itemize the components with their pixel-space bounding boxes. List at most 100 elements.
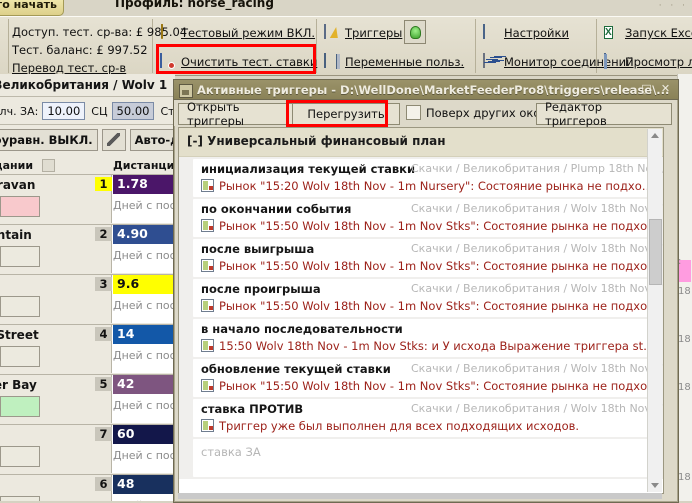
settings-button[interactable]: Настройки: [483, 20, 569, 46]
runner-color-swatch[interactable]: [0, 396, 40, 417]
trigger-status-icon: [201, 419, 214, 432]
runner-name: Caravan: [0, 178, 36, 192]
runner-price[interactable]: 1.78: [113, 175, 175, 194]
always-on-top-checkbox-row[interactable]: Поверх других окон: [406, 105, 548, 120]
maximize-button[interactable]: □: [639, 82, 654, 96]
runner-row[interactable]: _39.6Дней с пос: [0, 275, 175, 325]
trigger-item[interactable]: обновление текущей ставки Скачки / Велико…: [193, 359, 663, 397]
user-variables-icon: [324, 53, 340, 70]
launch-excel-button[interactable]: X Запуск Excel: [604, 20, 692, 46]
trigger-item[interactable]: в начало последовательности 15:50 Wolv 18…: [193, 319, 655, 357]
clear-test-bets-highlight: [156, 44, 316, 74]
trigger-item-description: 15:50 Wolv 18th Nov - 1m Nov Stks: и У и…: [219, 339, 655, 353]
trigger-item[interactable]: ставка ПРОТИВ Скачки / Великобритания / W…: [193, 399, 663, 437]
runner-row[interactable]: Caravan 11.78 Дней с пос: [0, 175, 175, 225]
triggers-scrollbar[interactable]: [647, 129, 662, 492]
runner-color-swatch[interactable]: [0, 246, 40, 267]
runner-number: 1: [95, 177, 112, 191]
triggers-button[interactable]: Триггеры: [324, 20, 402, 46]
trigger-item-name: ставка ПРОТИВ: [201, 402, 304, 416]
trigger-item-placeholder[interactable]: ставка ЗА: [193, 439, 655, 477]
dialog-title-bar[interactable]: Активные триггеры - D:\WellDone\MarketFe…: [174, 80, 678, 100]
runner-row[interactable]: al Street 414 Дней с пос: [0, 325, 175, 375]
runner-number: 3: [95, 277, 112, 291]
transfer-test-funds-label: Перевод тест. ср-в: [12, 61, 127, 75]
start-tab[interactable]: его начать: [0, 0, 64, 16]
scroll-down-arrow-icon[interactable]: [651, 483, 659, 488]
close-button[interactable]: ✕: [658, 82, 673, 96]
trigger-item-meta: Скачки / Великобритания / Wolv 18th Nov …: [411, 362, 663, 375]
runner-row[interactable]: ater Bay 542 Дней с пос: [0, 375, 175, 425]
trigger-item[interactable]: после проигрыша Скачки / Великобритания /…: [193, 279, 663, 317]
trigger-items-container: инициализация текущей ставки Скачки / Вел…: [179, 157, 663, 479]
dialog-status-strip: [178, 493, 662, 499]
expect-checkbox[interactable]: [42, 159, 55, 172]
window-controls-icon[interactable]: · · ·: [659, 1, 688, 11]
runners-list: Caravan 11.78 Дней с пос ountain 24.90 Дней с…: [0, 175, 175, 501]
runner-price[interactable]: 42: [113, 375, 175, 394]
runner-price[interactable]: 14: [113, 325, 175, 344]
runner-number: 4: [95, 327, 112, 341]
trigger-item[interactable]: после выигрыша Скачки / Великобритания / …: [193, 239, 663, 277]
runner-number: 2: [95, 227, 112, 241]
connection-monitor-icon: [483, 53, 499, 70]
window-menu-icon[interactable]: [179, 84, 193, 98]
application-background: его начать Профиль: horse_racing · · · Д…: [0, 0, 692, 503]
sc-input[interactable]: 50.00: [111, 102, 155, 120]
wrench-icon[interactable]: [101, 129, 126, 151]
scrollbar-thumb[interactable]: [649, 219, 662, 285]
runner-price[interactable]: 60: [113, 425, 175, 444]
runner-name: ountain: [0, 228, 32, 242]
trigger-item-name: обновление текущей ставки: [201, 362, 391, 376]
runner-color-swatch[interactable]: [0, 446, 40, 467]
runner-color-swatch[interactable]: [0, 346, 40, 367]
excel-icon: X: [604, 26, 613, 39]
reload-highlight: [286, 100, 388, 127]
trigger-item-meta: Скачки / Великобритания / Wolv 18th Nov …: [411, 402, 663, 415]
scroll-up-arrow-icon[interactable]: [651, 133, 659, 138]
triggers-list: [-] Универсальный финансовый план инициа…: [178, 127, 664, 494]
background-row-text: 18: [678, 472, 691, 483]
trigger-item-description: Рынок "15:50 Wolv 18th Nov - 1m Nov Stks…: [219, 219, 659, 233]
runner-price[interactable]: 48: [113, 475, 175, 494]
trigger-group-label: [-] Универсальный финансовый план: [187, 134, 446, 148]
runner-days-label: Дней с пос: [113, 399, 175, 412]
trigger-editor-button[interactable]: Редактор триггеров: [536, 100, 672, 128]
runner-color-swatch[interactable]: [0, 296, 40, 317]
always-on-top-checkbox[interactable]: [406, 105, 421, 120]
log-viewer-button[interactable]: Просмотр лог: [604, 49, 692, 75]
runner-color-swatch[interactable]: [0, 496, 40, 501]
runner-number: 5: [95, 377, 112, 391]
background-row-text: 18: [678, 382, 691, 393]
background-row-text: 18: [678, 334, 691, 345]
trigger-item-meta: Скачки / Великобритания / Plump 18th Nov…: [411, 162, 663, 175]
test-mode-button[interactable]: Тестовый режим ВКЛ.: [160, 20, 315, 46]
equalize-toggle-button[interactable]: тоуравн. ВЫКЛ.: [0, 129, 98, 151]
runner-row[interactable]: gic760Дней с пос: [0, 425, 175, 475]
runner-number: 6: [95, 477, 112, 491]
trigger-status-icon: [201, 379, 214, 392]
user-variables-label: Переменные польз.: [345, 55, 465, 69]
default-stake-row: умолч. ЗА: 10.00 СЦ 50.00 Ст: [0, 101, 175, 121]
triggers-status-toggle[interactable]: [404, 20, 426, 44]
trigger-item[interactable]: инициализация текущей ставки Скачки / Вел…: [193, 159, 663, 197]
test-mode-label: Тестовый режим ВКЛ.: [181, 26, 316, 40]
runner-days-label: Дней с пос: [113, 199, 175, 212]
user-variables-button[interactable]: Переменные польз.: [324, 49, 464, 75]
runner-price[interactable]: 9.6: [113, 275, 175, 294]
toolbar-separator: [475, 19, 476, 73]
trigger-item[interactable]: по окончании события Скачки / Великобрита…: [193, 199, 663, 237]
minimize-button[interactable]: –: [621, 82, 636, 96]
auto-d-button[interactable]: Авто-д: [129, 129, 175, 151]
trigger-group-header[interactable]: [-] Универсальный финансовый план: [179, 128, 663, 157]
runner-color-swatch[interactable]: [0, 196, 40, 217]
toolbar-separator: [8, 19, 9, 73]
runner-row[interactable]: ountain 24.90 Дней с пос: [0, 225, 175, 275]
runner-price[interactable]: 4.90: [113, 225, 175, 244]
breadcrumb-text: ки / Великобритания / Wolv 1: [0, 78, 168, 92]
triggers-label: Триггеры: [345, 26, 403, 40]
trigger-status-icon: [201, 259, 214, 272]
default-stake-input[interactable]: 10.00: [42, 102, 86, 120]
runner-row[interactable]: _648Дней с пос: [0, 475, 175, 501]
runner-name: al Street: [0, 328, 39, 342]
